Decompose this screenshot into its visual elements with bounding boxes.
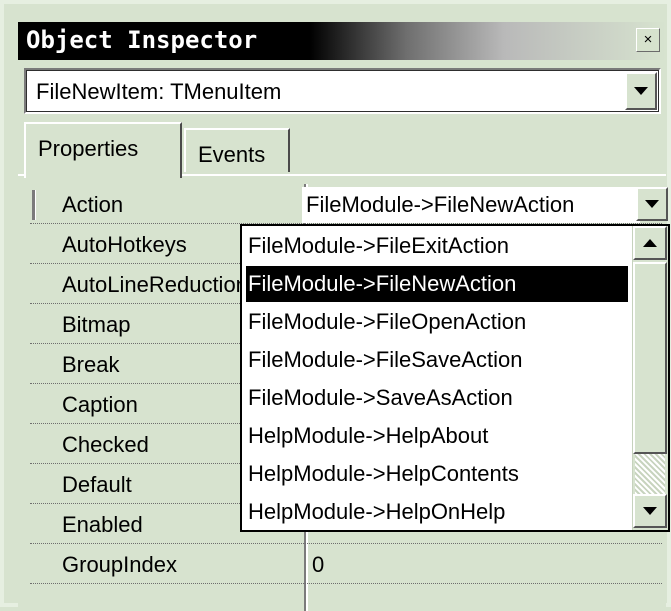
window-title: Object Inspector <box>26 26 258 54</box>
property-name: GroupIndex <box>62 552 177 577</box>
list-item[interactable]: HelpModule->HelpContents <box>246 456 628 492</box>
close-icon[interactable]: × <box>636 28 660 52</box>
list-item-selected[interactable]: FileModule->FileNewAction <box>246 266 628 302</box>
object-inspector-window: Object Inspector × FileNewItem: TMenuIte… <box>0 0 671 611</box>
chevron-down-icon <box>643 507 657 515</box>
tab-events-label: Events <box>198 142 266 167</box>
property-value: 0 <box>312 552 325 577</box>
title-bar[interactable]: Object Inspector × <box>18 22 666 60</box>
property-name: Action <box>62 192 124 217</box>
component-selector-value: FileNewItem: TMenuItem <box>36 79 282 104</box>
action-value-editor[interactable]: FileModule->FileNewAction <box>302 187 640 223</box>
list-item[interactable]: FileModule->FileExitAction <box>246 228 628 264</box>
chevron-down-icon <box>634 87 648 95</box>
list-item[interactable]: FileModule->FileOpenAction <box>246 304 628 340</box>
chevron-down-icon <box>645 200 659 208</box>
list-item[interactable]: FileModule->FileSaveAction <box>246 342 628 378</box>
action-dropdown-button[interactable] <box>636 187 668 221</box>
component-selector[interactable]: FileNewItem: TMenuItem <box>24 68 661 114</box>
vertical-scrollbar[interactable] <box>632 226 668 530</box>
scroll-up-button[interactable] <box>633 226 667 260</box>
tab-properties-label: Properties <box>38 136 139 161</box>
tab-strip: Properties Events <box>18 122 666 178</box>
scroll-thumb[interactable] <box>633 262 667 454</box>
list-item[interactable]: HelpModule->HelpAbout <box>246 418 628 454</box>
selected-row-marker <box>32 190 35 220</box>
scroll-track[interactable] <box>635 454 665 494</box>
list-item[interactable]: FileModule->SaveAsAction <box>246 380 628 416</box>
tab-events[interactable]: Events <box>184 128 290 172</box>
action-dropdown-list: FileModule->FileExitAction FileModule->F… <box>240 224 670 532</box>
tab-properties[interactable]: Properties <box>24 122 182 178</box>
list-item[interactable]: HelpModule->HelpOnHelp <box>246 494 628 530</box>
property-row[interactable]: GroupIndex 0 <box>26 544 666 584</box>
scroll-down-button[interactable] <box>633 494 667 528</box>
component-selector-dropdown-button[interactable] <box>625 72 657 110</box>
chevron-up-icon <box>643 239 657 247</box>
